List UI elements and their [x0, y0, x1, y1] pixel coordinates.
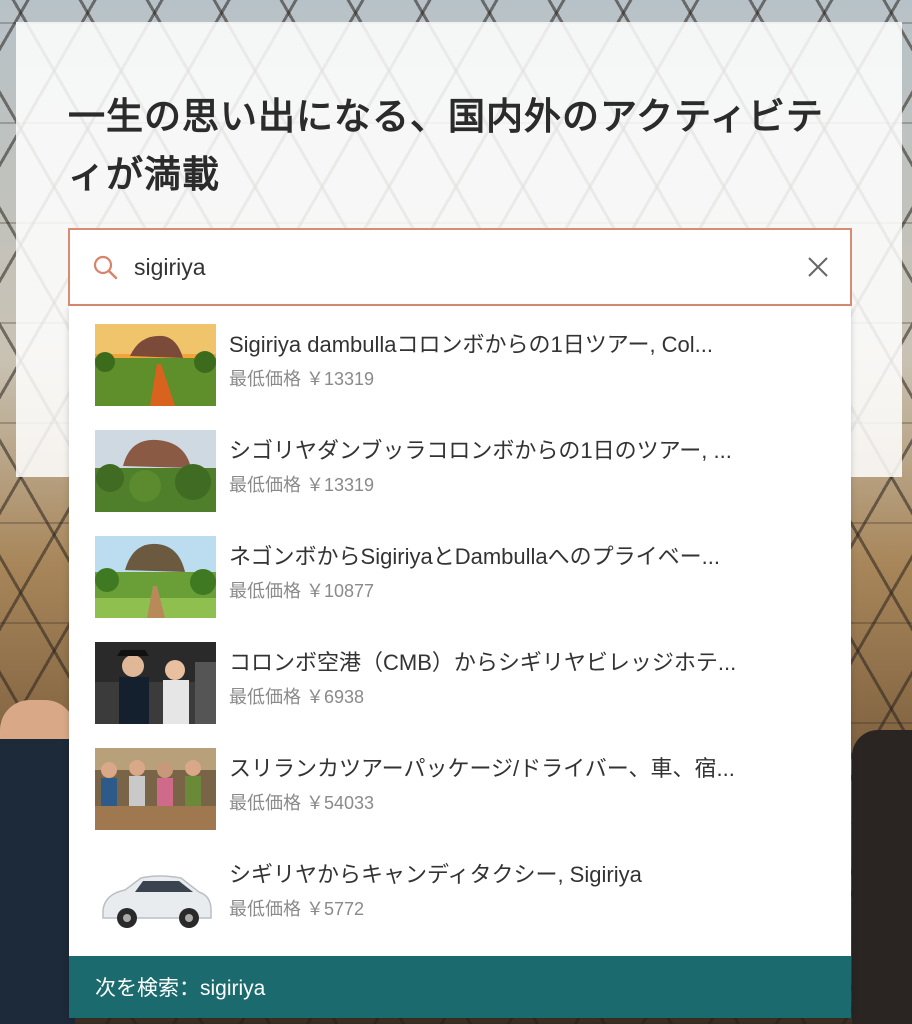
suggestion-title: コロンボ空港（CMB）からシギリヤビレッジホテ... — [229, 650, 737, 675]
search-all-button[interactable]: 次を検索：sigiriya — [69, 956, 851, 1018]
suggestion-title: Sigiriya dambullaコロンボからの1日ツアー, Col... — [229, 332, 714, 357]
search-box[interactable] — [68, 228, 852, 306]
close-icon[interactable] — [798, 247, 838, 287]
suggestion-thumbnail — [95, 324, 216, 406]
suggestion-thumbnail — [95, 536, 216, 618]
suggestion-thumbnail — [95, 430, 216, 512]
background-person-right — [852, 730, 912, 1024]
suggestion-price: 最低価格 ￥6938 — [229, 687, 365, 707]
suggestion-item[interactable]: シギリヤからキャンディタクシー, Sigiriya 最低価格 ￥5772 — [69, 842, 851, 938]
suggestion-price: 最低価格 ￥54033 — [229, 793, 375, 813]
suggestion-thumbnail — [95, 854, 216, 936]
suggestion-thumbnail — [95, 642, 216, 724]
background-person-left — [0, 700, 75, 1024]
suggestion-item[interactable]: シゴリヤダンブッラコロンボからの1日のツアー, ... 最低価格 ￥13319 — [69, 418, 851, 514]
search-input[interactable] — [134, 247, 798, 287]
suggestion-price: 最低価格 ￥13319 — [229, 475, 375, 495]
suggestion-title: スリランカツアーパッケージ/ドライバー、車、宿... — [229, 756, 735, 781]
suggestion-item[interactable]: コロンボ空港（CMB）からシギリヤビレッジホテ... 最低価格 ￥6938 — [69, 630, 851, 726]
suggestion-item[interactable]: スリランカツアーパッケージ/ドライバー、車、宿... 最低価格 ￥54033 — [69, 736, 851, 832]
suggestion-title: シゴリヤダンブッラコロンボからの1日のツアー, ... — [229, 438, 732, 463]
suggestion-thumbnail — [95, 748, 216, 830]
hero-headline: 一生の思い出になる、国内外のアクティビティが満載 — [68, 95, 824, 196]
suggestion-title: シギリヤからキャンディタクシー, Sigiriya — [229, 862, 642, 887]
suggestion-price: 最低価格 ￥5772 — [229, 899, 365, 919]
suggestion-price: 最低価格 ￥13319 — [229, 369, 375, 389]
suggestion-item[interactable]: ネゴンボからSigiriyaとDambullaへのプライベー... 最低価格 ￥… — [69, 524, 851, 620]
suggestion-price: 最低価格 ￥10877 — [229, 581, 375, 601]
suggestion-item[interactable]: Sigiriya dambullaコロンボからの1日ツアー, Col... 最低… — [69, 312, 851, 408]
search-icon — [90, 252, 120, 282]
search-suggestions-dropdown: Sigiriya dambullaコロンボからの1日ツアー, Col... 最低… — [69, 306, 851, 1018]
suggestion-title: ネゴンボからSigiriyaとDambullaへのプライベー... — [229, 544, 720, 569]
